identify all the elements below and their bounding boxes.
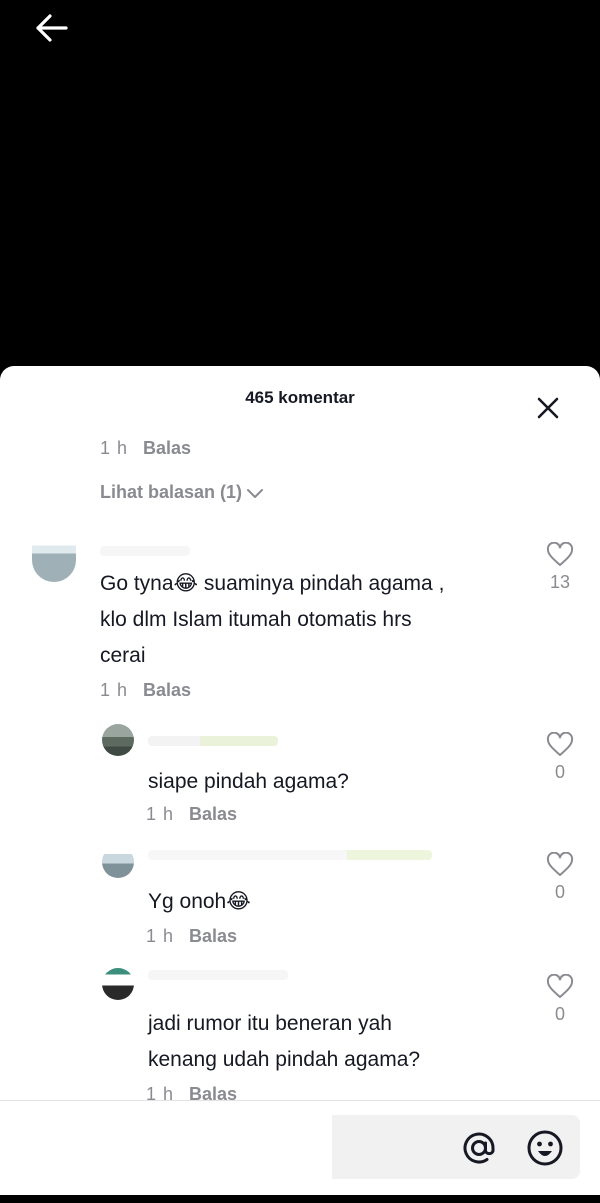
comment-input-container[interactable] (88, 1115, 580, 1179)
comments-sheet: 465 komentar 1 h Balas Lihat balasan (1)… (0, 366, 600, 1203)
avatar[interactable] (102, 724, 134, 756)
reply-text-line: kenang udah pindah agama? (148, 1048, 421, 1071)
comment-time: 1 h (100, 680, 129, 700)
like-button[interactable]: 0 (540, 974, 580, 1025)
comment-time: 1 h (100, 438, 129, 458)
comment-meta: 1 h Balas (100, 438, 191, 459)
username[interactable] (100, 546, 190, 556)
arrow-left-icon (36, 14, 68, 42)
view-replies-label: Lihat balasan (1) (100, 482, 243, 502)
comment-input[interactable] (98, 1133, 318, 1161)
reply-text-line: jadi rumor itu beneran yah (148, 1012, 392, 1035)
comment-text: Go tyna😂 suaminya pindah agama , klo dlm… (100, 566, 444, 674)
close-button[interactable] (534, 394, 562, 422)
like-button[interactable]: 13 (540, 542, 580, 593)
reply-text: jadi rumor itu beneran yah kenang udah p… (148, 1006, 420, 1078)
comment-text-line: cerai (100, 644, 146, 667)
chevron-down-icon (247, 488, 264, 498)
comment-text-line: Go tyna😂 suaminya pindah agama , (100, 572, 445, 595)
like-count: 13 (549, 572, 571, 592)
at-sign-icon (463, 1132, 495, 1164)
like-button[interactable]: 0 (540, 852, 580, 903)
reply-meta: 1 h Balas (146, 926, 237, 947)
like-count: 0 (554, 882, 565, 902)
system-bar (0, 1195, 600, 1203)
reply-time: 1 h (146, 804, 175, 824)
like-button[interactable]: 0 (540, 732, 580, 783)
reply-button[interactable]: Balas (189, 804, 237, 824)
username[interactable] (148, 970, 288, 980)
reply-meta: 1 h Balas (146, 804, 237, 825)
video-area (0, 0, 600, 368)
back-button[interactable] (28, 8, 76, 48)
emoji-icon (527, 1130, 563, 1166)
comment-composer (0, 1100, 600, 1203)
heart-outline-icon (546, 732, 574, 756)
username[interactable] (148, 850, 432, 860)
comment-text-line: klo dlm Islam itumah otomatis hrs (100, 608, 412, 631)
avatar[interactable] (102, 846, 134, 878)
like-count: 0 (554, 1004, 565, 1024)
username[interactable] (148, 736, 278, 746)
heart-outline-icon (546, 542, 574, 566)
avatar[interactable] (32, 530, 76, 582)
view-replies-button[interactable]: Lihat balasan (1) (100, 482, 264, 503)
reply-time: 1 h (146, 926, 175, 946)
reply-button[interactable]: Balas (143, 680, 191, 700)
heart-outline-icon (546, 852, 574, 876)
comment-meta: 1 h Balas (100, 680, 191, 701)
close-icon (537, 397, 559, 419)
reply-text: Yg onoh😂 (148, 890, 251, 913)
mention-button[interactable] (460, 1129, 498, 1167)
heart-outline-icon (546, 974, 574, 998)
like-count: 0 (554, 762, 565, 782)
reply-button[interactable]: Balas (189, 926, 237, 946)
reply-text: siape pindah agama? (148, 770, 349, 793)
comment-count-title: 465 komentar (245, 388, 355, 407)
reply-button[interactable]: Balas (143, 438, 191, 458)
emoji-button[interactable] (526, 1129, 564, 1167)
avatar[interactable] (102, 968, 134, 1000)
